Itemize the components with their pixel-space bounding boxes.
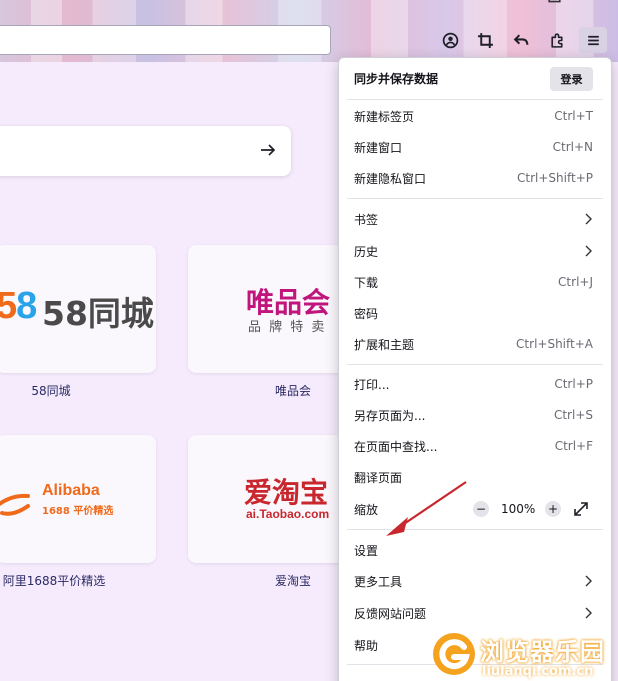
watermark-logo-icon: [433, 633, 475, 675]
menu-item-label: 打印...: [354, 377, 390, 392]
menu-item-report-site-issue[interactable]: 反馈网站问题: [339, 600, 611, 626]
watermark-url: liulanqi.com.cn: [482, 664, 594, 679]
menu-item-shortcut: Ctrl+J: [558, 275, 593, 289]
shortcut-label-58tongcheng[interactable]: 58同城: [0, 382, 106, 399]
account-icon[interactable]: [436, 27, 464, 53]
chevron-right-icon: [585, 245, 592, 257]
logo-aitaobao-text: 爱淘宝: [244, 476, 329, 509]
watermark: 浏览器乐园 liulanqi.com.cn: [430, 628, 618, 681]
zoom-out-button[interactable]: −: [473, 501, 489, 517]
menu-item-label: 新建隐私窗口: [354, 171, 427, 186]
menu-item-shortcut: Ctrl+S: [553, 408, 593, 422]
menu-item-shortcut: Ctrl+T: [554, 109, 593, 123]
zoom-in-button[interactable]: +: [545, 501, 561, 517]
alibaba-logo-icon: [0, 493, 30, 516]
menu-item-new-window[interactable]: 新建窗口 Ctrl+N: [339, 134, 611, 160]
menu-item-label: 在页面中查找...: [354, 439, 438, 454]
zoom-level[interactable]: 100%: [501, 502, 535, 516]
logo-alibaba-sub: 1688 平价精选: [42, 506, 114, 517]
menu-item-bookmarks[interactable]: 书签: [339, 206, 611, 232]
menu-item-label: 历史: [354, 244, 379, 259]
menu-item-print[interactable]: 打印... Ctrl+P: [339, 371, 611, 397]
menu-item-label: 反馈网站问题: [354, 606, 427, 621]
screenshot-icon[interactable]: [471, 27, 499, 53]
menu-icon[interactable]: [579, 27, 607, 53]
logo-vip-text: 唯品会: [246, 286, 331, 319]
logo-58-text: 58同城: [42, 294, 154, 333]
menu-item-label: 书签: [354, 212, 379, 227]
menu-separator: [347, 364, 603, 365]
menu-separator: [347, 99, 603, 100]
menu-item-downloads[interactable]: 下载 Ctrl+J: [339, 269, 611, 295]
search-input[interactable]: [0, 126, 291, 176]
logo-aitaobao-sub: ai.Taobao.com: [246, 507, 330, 521]
menu-item-shortcut: Ctrl+N: [552, 140, 593, 154]
menu-item-more-tools[interactable]: 更多工具: [339, 568, 611, 594]
menu-item-label: 更多工具: [354, 574, 403, 589]
menu-separator: [347, 198, 603, 199]
menu-item-shortcut: Ctrl+F: [554, 439, 593, 453]
chevron-right-icon: [585, 213, 592, 225]
fullscreen-icon[interactable]: [572, 500, 590, 518]
menu-item-label: 新建标签页: [354, 109, 415, 124]
annotation-arrow-icon: [386, 481, 467, 536]
window-control-icon[interactable]: [540, 0, 568, 6]
menu-item-new-tab[interactable]: 新建标签页 Ctrl+T: [339, 103, 611, 129]
menu-item-addons-themes[interactable]: 扩展和主题 Ctrl+Shift+A: [339, 331, 611, 357]
login-button[interactable]: 登录: [550, 67, 593, 91]
menu-item-label: 设置: [354, 543, 379, 558]
menu-item-shortcut: Ctrl+Shift+P: [517, 171, 593, 185]
shortcut-label-alibaba[interactable]: 阿里1688平价精选: [0, 572, 110, 589]
shortcut-tile-58tongcheng[interactable]: 58 58同城: [0, 245, 156, 373]
menu-item-label: 新建窗口: [354, 140, 403, 155]
back-arrow-icon[interactable]: [507, 27, 535, 53]
menu-item-label: 下载: [354, 275, 379, 290]
menu-item-label: 密码: [354, 306, 379, 321]
shortcut-tile-aitaobao[interactable]: 爱淘宝 ai.Taobao.com: [188, 435, 348, 563]
watermark-title: 浏览器乐园: [480, 637, 605, 666]
menu-item-shortcut: Ctrl+P: [554, 377, 593, 391]
arrow-right-icon[interactable]: [258, 140, 278, 160]
app-menu-panel: 同步并保存数据 登录 新建标签页 Ctrl+T 新建窗口 Ctrl+N 新建隐私…: [338, 57, 612, 681]
chevron-right-icon: [585, 607, 592, 619]
menu-item-history[interactable]: 历史: [339, 238, 611, 264]
logo-alibaba-text: Alibaba: [42, 482, 100, 499]
extensions-icon[interactable]: [543, 27, 571, 53]
menu-item-find-in-page[interactable]: 在页面中查找... Ctrl+F: [339, 433, 611, 459]
menu-item-label: 扩展和主题: [354, 337, 415, 352]
menu-item-new-private-window[interactable]: 新建隐私窗口 Ctrl+Shift+P: [339, 165, 611, 191]
shortcut-tile-alibaba[interactable]: Alibaba 1688 平价精选: [0, 435, 156, 563]
menu-item-save-page-as[interactable]: 另存页面为... Ctrl+S: [339, 402, 611, 428]
menu-item-shortcut: Ctrl+Shift+A: [516, 337, 593, 351]
menu-item-label: 另存页面为...: [354, 408, 426, 423]
menu-item-passwords[interactable]: 密码: [339, 300, 611, 326]
logo-58-number: 58: [0, 285, 37, 327]
chevron-right-icon: [585, 575, 592, 587]
url-bar[interactable]: [0, 25, 331, 55]
shortcut-tile-vip[interactable]: 唯品会 品 牌 特 卖: [188, 245, 348, 373]
logo-vip-sub: 品 牌 特 卖: [248, 320, 327, 335]
